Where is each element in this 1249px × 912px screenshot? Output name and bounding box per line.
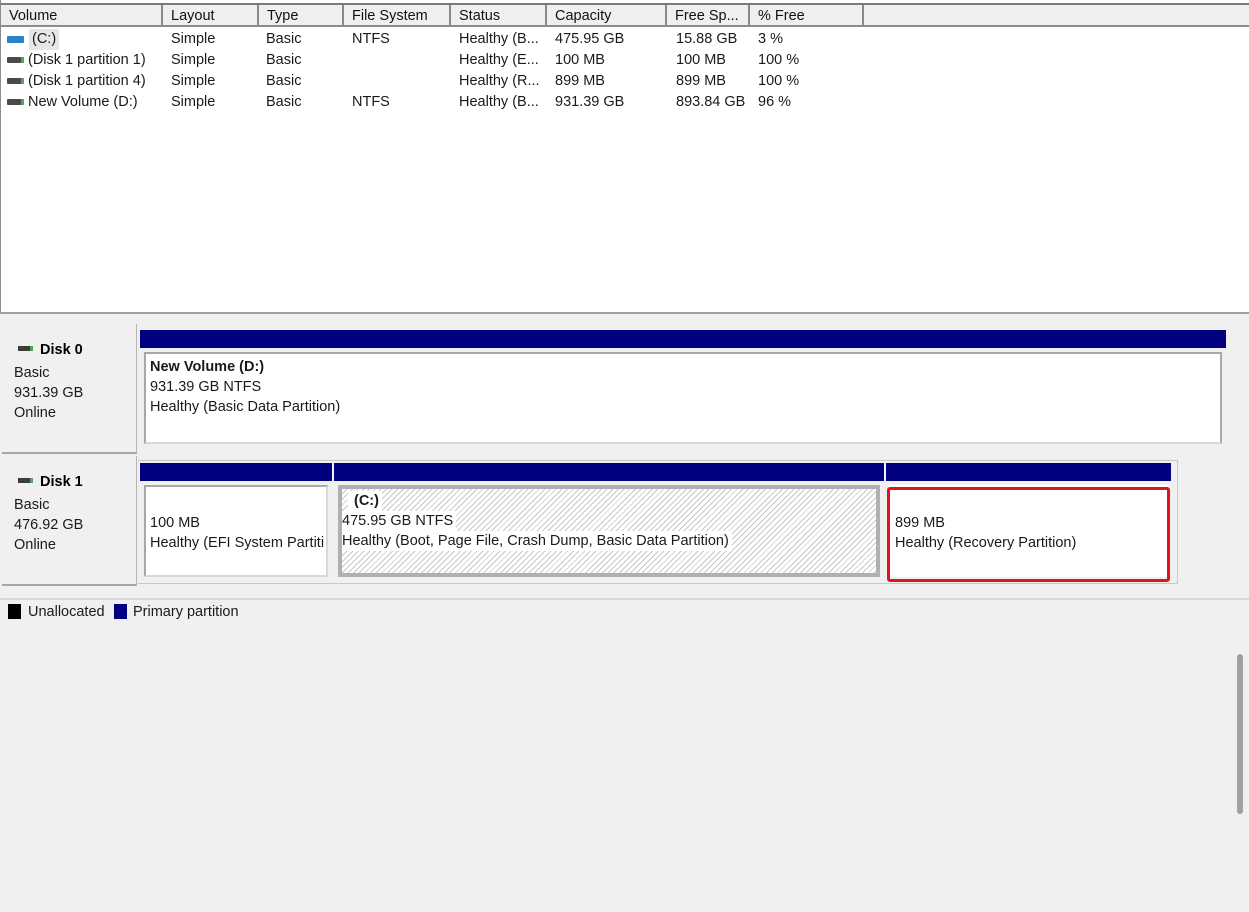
volume-layout: Simple xyxy=(171,31,216,47)
volume-type: Basic xyxy=(266,52,302,68)
column-header-percent-free[interactable]: % Free xyxy=(750,5,864,25)
partition-new-volume-d[interactable]: New Volume (D:) 931.39 GB NTFS Healthy (… xyxy=(140,330,1226,448)
column-header-status[interactable]: Status xyxy=(451,5,547,25)
drive-icon xyxy=(7,57,24,63)
disk-graphical-view: Disk 0 Basic 931.39 GB Online New Volume… xyxy=(0,316,1249,912)
volume-type: Basic xyxy=(266,94,302,110)
volume-name: (Disk 1 partition 1) xyxy=(28,52,146,68)
primary-partition-bar xyxy=(334,463,884,481)
volume-file-system: NTFS xyxy=(352,31,390,47)
volume-layout: Simple xyxy=(171,52,216,68)
volume-free-space: 899 MB xyxy=(676,73,726,89)
drive-icon xyxy=(7,99,24,105)
volume-percent-free: 100 % xyxy=(758,52,800,68)
volume-list-header: Volume Layout Type File System Status Ca… xyxy=(1,3,1249,27)
system-drive-icon xyxy=(7,36,24,43)
disk-0-partitions: New Volume (D:) 931.39 GB NTFS Healthy (… xyxy=(138,330,1228,450)
volume-layout: Simple xyxy=(171,73,216,89)
partition-size-fs: 100 MB xyxy=(150,515,200,531)
partition-body: (C:) 475.95 GB NTFS Healthy (Boot, Page … xyxy=(338,485,880,577)
volume-row[interactable]: (Disk 1 partition 1) Simple Basic Health… xyxy=(1,50,901,71)
partition-recovery[interactable]: 899 MB Healthy (Recovery Partition) xyxy=(886,463,1171,582)
volume-free-space: 15.88 GB xyxy=(676,31,738,47)
volume-percent-free: 96 % xyxy=(758,94,792,110)
legend-unallocated: Unallocated xyxy=(28,604,105,620)
column-header-free-space[interactable]: Free Sp... xyxy=(667,5,750,25)
volume-capacity: 100 MB xyxy=(555,52,605,68)
volume-name: New Volume (D:) xyxy=(28,94,138,110)
unallocated-swatch-icon xyxy=(8,604,21,619)
primary-partition-bar xyxy=(140,463,332,481)
partition-c[interactable]: (C:) 475.95 GB NTFS Healthy (Boot, Page … xyxy=(334,463,884,581)
volume-layout: Simple xyxy=(171,94,216,110)
partition-status: Healthy (Boot, Page File, Crash Dump, Ba… xyxy=(342,531,732,551)
volume-status: Healthy (B... xyxy=(459,31,539,47)
disk-name: Disk 1 xyxy=(40,474,83,490)
volume-percent-free: 100 % xyxy=(758,73,800,89)
primary-partition-swatch-icon xyxy=(114,604,127,619)
column-header-filler xyxy=(864,5,1249,25)
column-header-capacity[interactable]: Capacity xyxy=(547,5,667,25)
partition-title: (C:) xyxy=(348,491,382,511)
partition-body: 100 MB Healthy (EFI System Partiti xyxy=(144,485,328,577)
volume-file-system: NTFS xyxy=(352,94,390,110)
disk-size: 931.39 GB xyxy=(14,385,84,401)
legend-primary-partition: Primary partition xyxy=(133,604,239,620)
vertical-scrollbar[interactable] xyxy=(1234,634,1246,912)
column-header-file-system[interactable]: File System xyxy=(344,5,451,25)
disk-state: Online xyxy=(14,537,56,553)
volume-row[interactable]: (C:) Simple Basic NTFS Healthy (B... 475… xyxy=(1,29,901,50)
volume-status: Healthy (E... xyxy=(459,52,539,68)
disk-size: 476.92 GB xyxy=(14,517,84,533)
disk-state: Online xyxy=(14,405,56,421)
volume-name: (C:) xyxy=(29,29,60,50)
disk-type: Basic xyxy=(14,497,50,513)
volume-status: Healthy (R... xyxy=(459,73,540,89)
partition-body: New Volume (D:) 931.39 GB NTFS Healthy (… xyxy=(144,352,1222,444)
partition-title: New Volume (D:) xyxy=(150,359,265,375)
disk-name: Disk 0 xyxy=(40,342,83,358)
disk-0-label[interactable]: Disk 0 Basic 931.39 GB Online xyxy=(2,324,137,454)
volume-capacity: 475.95 GB xyxy=(555,31,625,47)
partition-size-fs: 931.39 GB NTFS xyxy=(150,379,262,395)
volume-percent-free: 3 % xyxy=(758,31,783,47)
volume-free-space: 893.84 GB xyxy=(676,94,746,110)
highlight-annotation-box xyxy=(887,487,1170,582)
partition-status: Healthy (EFI System Partiti xyxy=(150,535,325,551)
disk-1-label[interactable]: Disk 1 Basic 476.92 GB Online xyxy=(2,456,137,586)
partition-size-fs: 475.95 GB NTFS xyxy=(342,511,457,531)
column-header-type[interactable]: Type xyxy=(259,5,344,25)
disk-icon xyxy=(18,478,33,483)
partition-efi-system[interactable]: 100 MB Healthy (EFI System Partiti xyxy=(140,463,332,581)
column-header-layout[interactable]: Layout xyxy=(163,5,259,25)
scrollbar-thumb[interactable] xyxy=(1237,654,1243,814)
column-header-volume[interactable]: Volume xyxy=(1,5,163,25)
volume-capacity: 931.39 GB xyxy=(555,94,625,110)
disk-1-partitions: 100 MB Healthy (EFI System Partiti (C:) … xyxy=(138,460,1178,584)
volume-status: Healthy (B... xyxy=(459,94,539,110)
volume-name: (Disk 1 partition 4) xyxy=(28,73,146,89)
volume-row[interactable]: New Volume (D:) Simple Basic NTFS Health… xyxy=(1,92,901,113)
volume-free-space: 100 MB xyxy=(676,52,726,68)
disk-icon xyxy=(18,346,33,351)
volume-capacity: 899 MB xyxy=(555,73,605,89)
volume-type: Basic xyxy=(266,31,302,47)
disk-type: Basic xyxy=(14,365,50,381)
primary-partition-bar xyxy=(886,463,1171,481)
drive-icon xyxy=(7,78,24,84)
primary-partition-bar xyxy=(140,330,1226,348)
partition-status: Healthy (Basic Data Partition) xyxy=(150,399,341,415)
volume-list: Volume Layout Type File System Status Ca… xyxy=(0,0,1249,314)
volume-row[interactable]: (Disk 1 partition 4) Simple Basic Health… xyxy=(1,71,901,92)
volume-type: Basic xyxy=(266,73,302,89)
legend-bar: Unallocated Primary partition xyxy=(0,598,1249,622)
